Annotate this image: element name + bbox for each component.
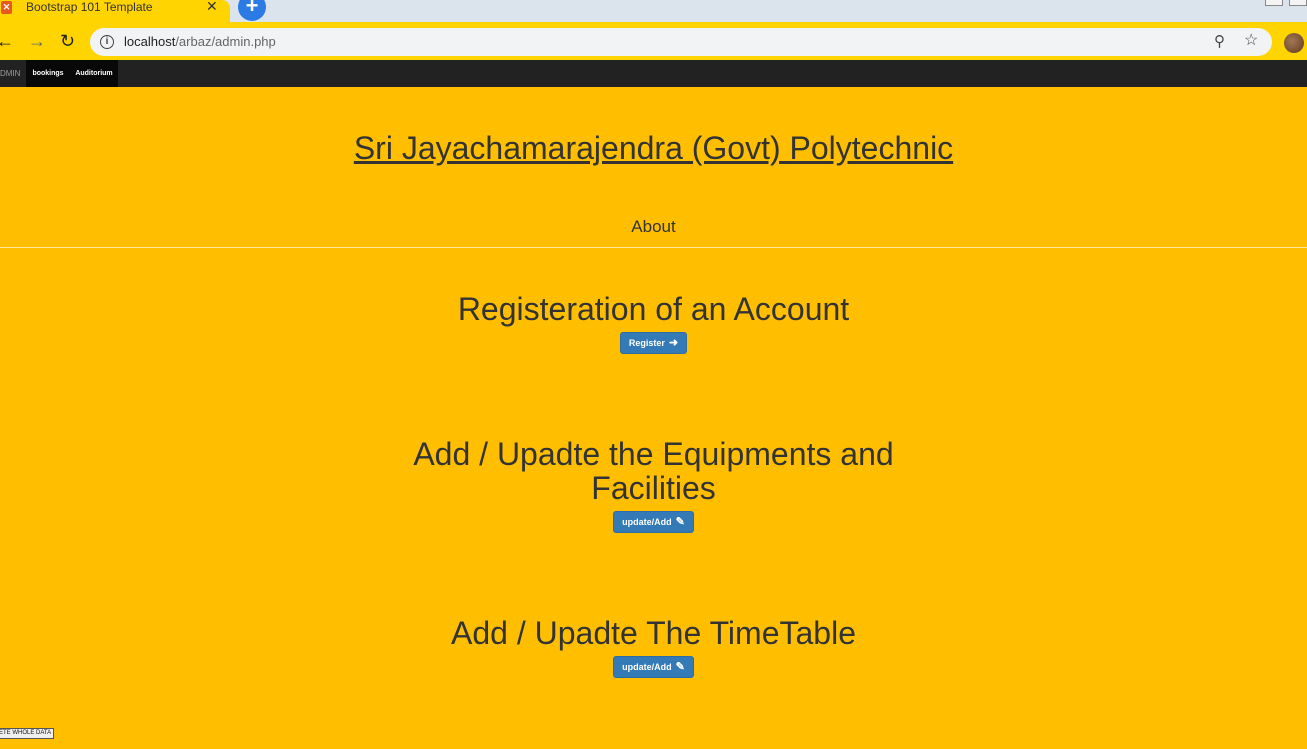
new-tab-button[interactable]: + (238, 0, 266, 21)
restore-button[interactable] (1289, 0, 1307, 6)
arrow-right-icon: ➜ (668, 337, 679, 349)
register-button[interactable]: Register ➜ (619, 332, 688, 354)
reload-icon[interactable]: ↻ (60, 30, 75, 52)
star-icon[interactable]: ☆ (1244, 30, 1258, 50)
profile-avatar[interactable] (1284, 33, 1304, 53)
register-section: Registeration of an Account Register ➜ (0, 292, 1307, 354)
site-title-link[interactable]: Sri Jayachamarajendra (Govt) Polytechnic (0, 130, 1307, 167)
section-heading: Add / Upadte The TimeTable (451, 615, 856, 651)
navbar-brand[interactable]: DMIN (0, 60, 26, 87)
timetable-section: Add / Upadte The TimeTable update/Add ✎ (0, 616, 1307, 678)
back-arrow-icon[interactable]: ← (0, 30, 14, 52)
pencil-icon: ✎ (675, 661, 685, 673)
divider (0, 247, 1307, 248)
nav-item-bookings[interactable]: bookings (26, 60, 70, 87)
minimize-button[interactable] (1265, 0, 1283, 6)
url-host: localhost (124, 34, 176, 49)
window-controls (1265, 0, 1307, 6)
xampp-favicon-icon: ✕ (1, 1, 12, 14)
tab-close-icon[interactable]: ✕ (206, 0, 218, 15)
browser-toolbar: ← → ↻ i localhost/arbaz/admin.php ⚲ ☆ (0, 24, 1307, 60)
button-label: Register (628, 338, 665, 348)
pencil-icon: ✎ (675, 516, 685, 528)
button-label: update/Add (622, 517, 672, 527)
delete-whole-data-button[interactable]: ETE WHOLE DATA (0, 728, 55, 739)
browser-tab[interactable]: ✕ Bootstrap 101 Template ✕ (0, 0, 230, 24)
address-bar[interactable]: i localhost/arbaz/admin.php ⚲ ☆ (90, 28, 1272, 56)
about-link[interactable]: About (0, 217, 1307, 237)
equipment-section: Add / Upadte the Equipments and Faciliti… (0, 437, 1307, 533)
forward-arrow-icon[interactable]: → (28, 30, 46, 52)
nav-item-auditorium[interactable]: Auditorium (70, 60, 118, 87)
zoom-icon[interactable]: ⚲ (1214, 32, 1225, 50)
info-icon[interactable]: i (100, 35, 114, 49)
section-heading: Add / Upadte the Equipments and Faciliti… (413, 436, 894, 506)
tab-title: Bootstrap 101 Template (26, 0, 153, 14)
url-text[interactable]: localhost/arbaz/admin.php (124, 34, 276, 49)
button-label: update/Add (622, 662, 672, 672)
update-equipment-button[interactable]: update/Add ✎ (613, 511, 694, 533)
app-navbar: DMIN bookings Auditorium (0, 60, 1307, 87)
section-heading: Registeration of an Account (457, 291, 850, 327)
url-path: /arbaz/admin.php (175, 34, 276, 49)
update-timetable-button[interactable]: update/Add ✎ (613, 656, 694, 678)
browser-tab-strip: ✕ Bootstrap 101 Template ✕ + (0, 0, 1307, 24)
